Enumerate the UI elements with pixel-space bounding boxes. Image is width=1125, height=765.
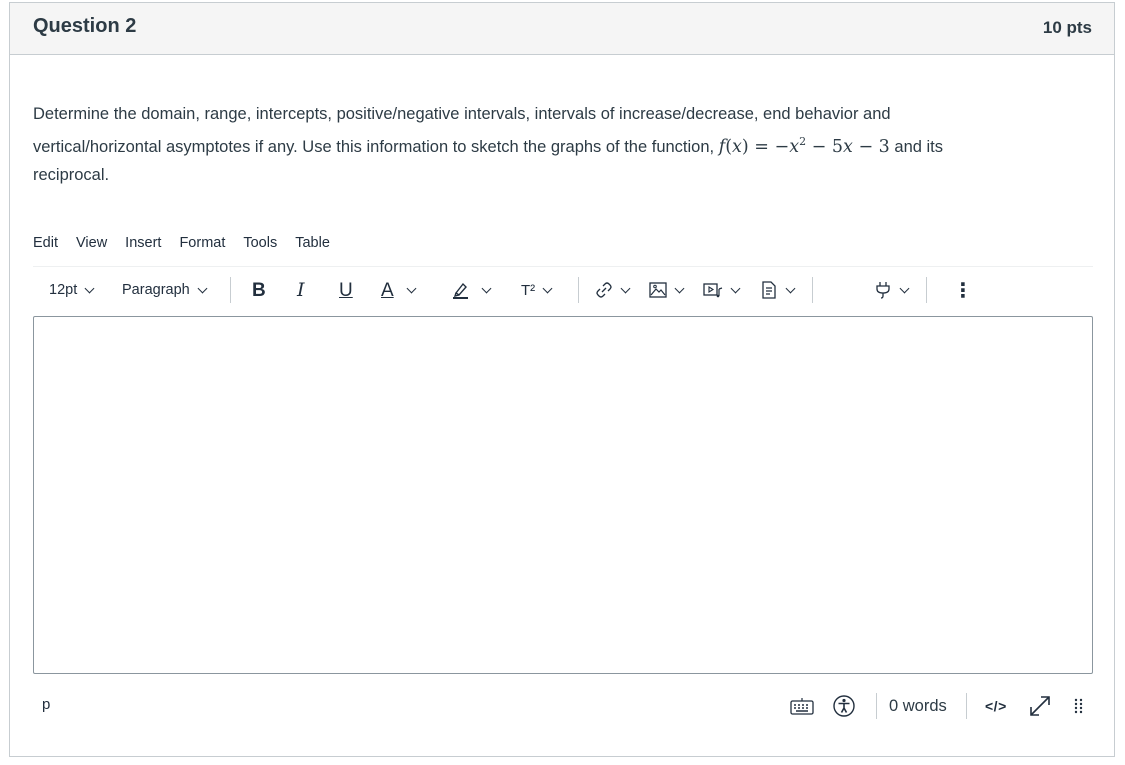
font-size-label: 12pt (49, 282, 78, 298)
question-text-line-2-post: and its (889, 137, 944, 156)
menu-view[interactable]: View (67, 231, 116, 261)
chevron-down-icon (899, 283, 910, 293)
document-icon (762, 281, 776, 299)
chevron-down-icon (785, 283, 796, 293)
chevron-down-icon (620, 283, 631, 293)
toolbar-divider (230, 277, 231, 303)
text-color-icon: A (381, 279, 394, 301)
math-part-2: − 5 (806, 136, 843, 157)
resize-handle[interactable] (1073, 689, 1085, 723)
chevron-down-icon (674, 283, 685, 293)
highlighter-icon (453, 282, 468, 299)
question-text-line-1: Determine the domain, range, intercepts,… (33, 105, 891, 123)
plugin-button[interactable] (873, 273, 910, 307)
menu-tools[interactable]: Tools (234, 231, 286, 261)
italic-icon: I (297, 278, 305, 301)
superscript-icon: T² (521, 281, 536, 299)
html-editor-toggle[interactable]: </> (985, 689, 1007, 723)
math-x-linear: x (843, 136, 853, 157)
fullscreen-button[interactable] (1027, 689, 1053, 723)
resize-grip-icon (1074, 698, 1083, 714)
question-header: Question 2 10 pts (10, 3, 1114, 55)
question-title: Question 2 (33, 15, 137, 37)
menubar-divider (33, 266, 1093, 267)
chevron-down-icon (481, 283, 492, 293)
word-count: 0 words (889, 696, 947, 715)
question-points: 10 pts (1042, 18, 1092, 37)
chevron-down-icon (84, 283, 95, 293)
plug-icon (876, 282, 890, 299)
document-button[interactable] (759, 273, 796, 307)
keyboard-icon (790, 698, 814, 715)
math-part-3: − 3 (852, 136, 890, 157)
question-text-line-2-pre: vertical/horizontal asymptotes if any. U… (33, 137, 715, 156)
menu-table[interactable]: Table (286, 231, 339, 261)
block-format-label: Paragraph (122, 282, 190, 298)
link-icon (596, 282, 612, 298)
keyboard-shortcuts-button[interactable] (790, 689, 814, 723)
math-paren: ( (725, 136, 733, 157)
math-x-squared: x (789, 136, 800, 157)
menu-edit[interactable]: Edit (33, 231, 67, 261)
bold-button[interactable]: B (252, 273, 266, 307)
font-size-dropdown[interactable]: 12pt (49, 273, 95, 307)
question-card: Question 2 10 pts Determine the domain, … (9, 2, 1115, 757)
media-button[interactable] (702, 273, 741, 307)
fullscreen-icon (1030, 696, 1050, 716)
image-icon (649, 282, 667, 298)
block-format-dropdown[interactable]: Paragraph (122, 273, 208, 307)
toolbar-divider (812, 277, 813, 303)
superscript-button[interactable]: T² (521, 273, 553, 307)
math-x: x (732, 136, 742, 157)
chevron-down-icon (542, 283, 553, 293)
highlight-color-button[interactable] (451, 273, 492, 307)
code-icon: </> (985, 698, 1007, 714)
media-icon (703, 283, 723, 298)
toolbar-divider (926, 277, 927, 303)
rich-text-editor-area[interactable] (33, 316, 1093, 674)
underline-icon: U (339, 279, 353, 301)
editor-statusbar: p 0 words </> (33, 689, 1093, 723)
underline-button[interactable]: U (339, 273, 353, 307)
chevron-down-icon (406, 283, 417, 293)
math-expression: f(x) = −x2 − 5x − 3 (719, 135, 890, 157)
menu-insert[interactable]: Insert (116, 231, 170, 261)
accessibility-icon (833, 695, 855, 717)
link-button[interactable] (594, 273, 631, 307)
more-vertical-icon: ⋮ (953, 279, 973, 302)
question-text-line-3: reciprocal. (33, 165, 110, 184)
word-count-button[interactable]: 0 words (889, 689, 947, 723)
toolbar-divider (578, 277, 579, 303)
image-button[interactable] (648, 273, 685, 307)
text-color-button[interactable]: A (381, 273, 417, 307)
chevron-down-icon (197, 283, 208, 293)
bold-icon: B (252, 279, 266, 301)
accessibility-checker-button[interactable] (833, 689, 855, 723)
question-text: Determine the domain, range, intercepts,… (33, 100, 1043, 189)
italic-button[interactable]: I (297, 273, 305, 307)
editor-menubar: Edit View Insert Format Tools Table (33, 231, 339, 261)
statusbar-divider (876, 693, 877, 719)
menu-format[interactable]: Format (170, 231, 234, 261)
more-options-button[interactable]: ⋮ (953, 273, 973, 307)
editor-toolbar: 12pt Paragraph B I U A T² ⋮ (33, 273, 1093, 307)
chevron-down-icon (730, 283, 741, 293)
element-path[interactable]: p (42, 696, 50, 713)
statusbar-divider (966, 693, 967, 719)
math-exponent: 2 (799, 135, 807, 148)
question-text-line-2: vertical/horizontal asymptotes if any. U… (33, 128, 1043, 161)
math-part-1: ) = − (741, 136, 790, 157)
